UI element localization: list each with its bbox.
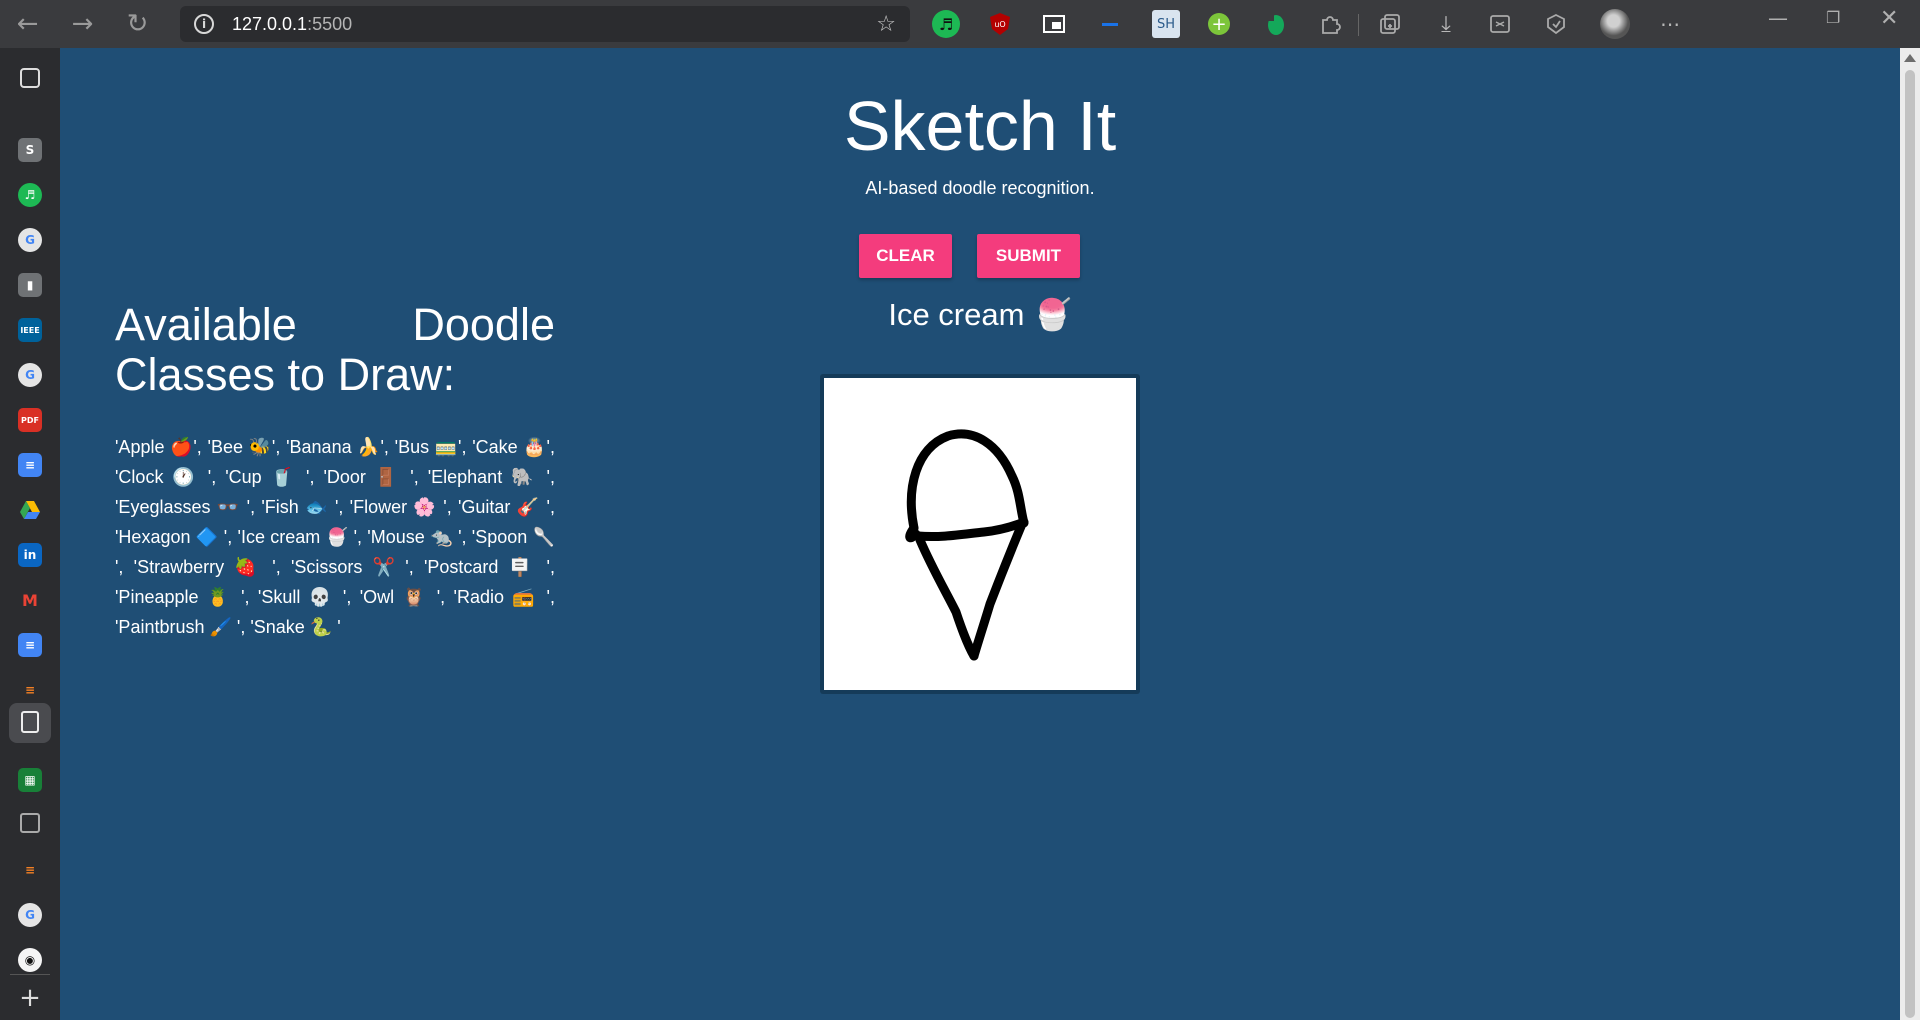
sh-icon[interactable]: SH	[1152, 10, 1180, 38]
page-title: Sketch It	[843, 87, 1117, 165]
classes-list: 'Apple 🍎', 'Bee 🐝', 'Banana 🍌', 'Bus 🚃',…	[115, 437, 555, 637]
close-icon[interactable]: ✕	[1880, 6, 1898, 31]
stack-icon[interactable]: ≡	[18, 678, 42, 702]
doc-icon[interactable]: ▮	[18, 273, 42, 297]
docs-icon[interactable]: ≡	[18, 453, 42, 477]
drive-icon[interactable]	[18, 498, 42, 522]
scroll-up-icon[interactable]	[1904, 54, 1916, 62]
pdf-icon[interactable]: PDF	[18, 408, 42, 432]
github-icon[interactable]: ◉	[18, 948, 42, 972]
puzzle-icon[interactable]	[1316, 10, 1344, 38]
scrollbar-thumb[interactable]	[1905, 70, 1915, 1018]
evernote-icon[interactable]	[1262, 10, 1290, 38]
google-icon[interactable]: G	[18, 228, 42, 252]
forward-icon[interactable]: →	[55, 0, 110, 48]
spotify-icon[interactable]: ♬	[932, 10, 960, 38]
restore-icon[interactable]: ❐	[1826, 8, 1840, 27]
gmail-icon[interactable]: M	[18, 588, 42, 612]
minimize-icon[interactable]: —	[1768, 6, 1788, 30]
download-icon[interactable]: ⤓	[1432, 10, 1460, 38]
google-icon[interactable]: G	[18, 363, 42, 387]
drawing-canvas-frame	[820, 374, 1140, 694]
add-icon[interactable]: +	[1208, 13, 1230, 35]
back-icon[interactable]: ←	[0, 0, 55, 48]
sheets-icon[interactable]: ▦	[18, 768, 42, 792]
tab-actions-icon[interactable]	[20, 68, 40, 88]
address-bar[interactable]: i 127.0.0.1:5500 ☆	[180, 6, 910, 42]
edge-sidebar: S ♬ G ▮ IEEE G PDF ≡ in M ≡ ≡ ▦ ≡ G ◉ +	[0, 48, 60, 1020]
add-icon[interactable]: +	[18, 983, 42, 1013]
spotify-icon[interactable]: ♬	[18, 183, 42, 207]
page-scrollbar[interactable]	[1900, 48, 1920, 1020]
site-info-icon[interactable]: i	[194, 14, 214, 34]
google-icon[interactable]: G	[18, 903, 42, 927]
classes-heading: Available Doodle Classes to Draw:	[115, 299, 555, 400]
refresh-icon[interactable]: ↻	[110, 0, 165, 48]
svg-text:uO: uO	[994, 20, 1005, 29]
s-icon[interactable]: S	[18, 138, 42, 162]
ublock-icon[interactable]: uO	[986, 10, 1014, 38]
drawing-canvas[interactable]	[824, 378, 1136, 690]
clear-button[interactable]: CLEAR	[859, 234, 952, 278]
collections-icon[interactable]	[1376, 10, 1404, 38]
stack-icon[interactable]: ≡	[18, 858, 42, 882]
page-icon[interactable]	[21, 711, 39, 733]
toolbar-divider	[1358, 14, 1359, 36]
ieee-icon[interactable]: IEEE	[18, 318, 42, 342]
performance-icon[interactable]	[1542, 10, 1570, 38]
page-subtitle: AI-based doodle recognition.	[865, 178, 1095, 198]
extension-icon[interactable]	[1096, 10, 1124, 38]
submit-button[interactable]: SUBMIT	[977, 234, 1080, 278]
linkedin-icon[interactable]: in	[18, 543, 42, 567]
browser-toolbar: ← → ↻ i 127.0.0.1:5500 ☆ ♬ uO SH + ⤓ ⋯ —…	[0, 0, 1920, 48]
more-icon[interactable]: ⋯	[1656, 10, 1684, 38]
page-content: Sketch It AI-based doodle recognition. C…	[60, 48, 1900, 1020]
add-favorite-icon[interactable]: ☆	[876, 12, 896, 37]
url-text[interactable]: 127.0.0.1:5500	[232, 14, 352, 35]
sidebar-divider	[10, 974, 50, 975]
docs-icon[interactable]: ≡	[18, 633, 42, 657]
picture-in-picture-icon[interactable]	[1040, 10, 1068, 38]
profile-avatar[interactable]	[1600, 9, 1630, 39]
ice-cream-doodle	[905, 429, 1029, 661]
calendar-icon[interactable]	[20, 813, 40, 833]
screenshot-icon[interactable]	[1486, 10, 1514, 38]
